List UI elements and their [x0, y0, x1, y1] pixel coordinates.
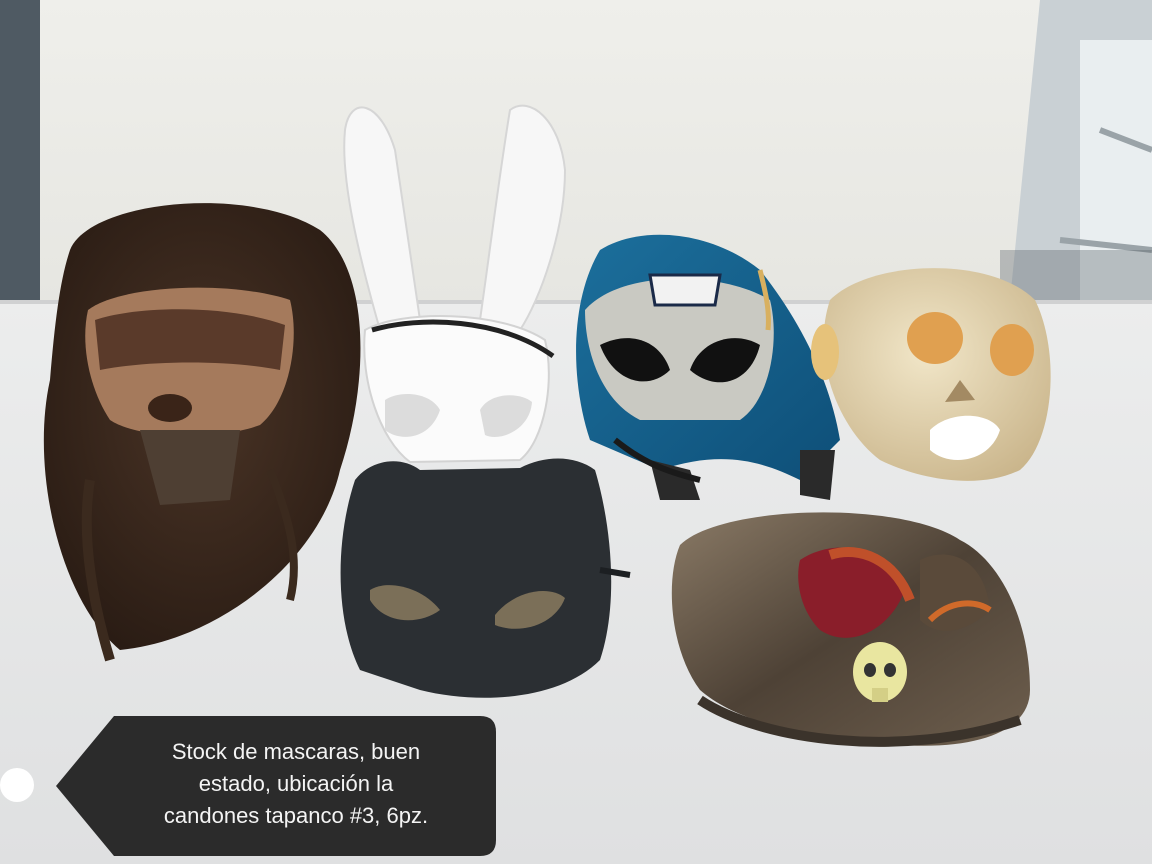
caption-text: Stock de mascaras, buen estado, ubicació… [114, 736, 478, 832]
caption-line-1: Stock de mascaras, buen [171, 739, 421, 764]
caption-bubble: Stock de mascaras, buen estado, ubicació… [54, 714, 498, 858]
caption-line-3: candones tapanco #3, 6pz. [163, 803, 429, 828]
white-dot [0, 768, 34, 802]
caption-line-2: estado, ubicación la [198, 771, 394, 796]
black-cat-mask [340, 458, 631, 698]
